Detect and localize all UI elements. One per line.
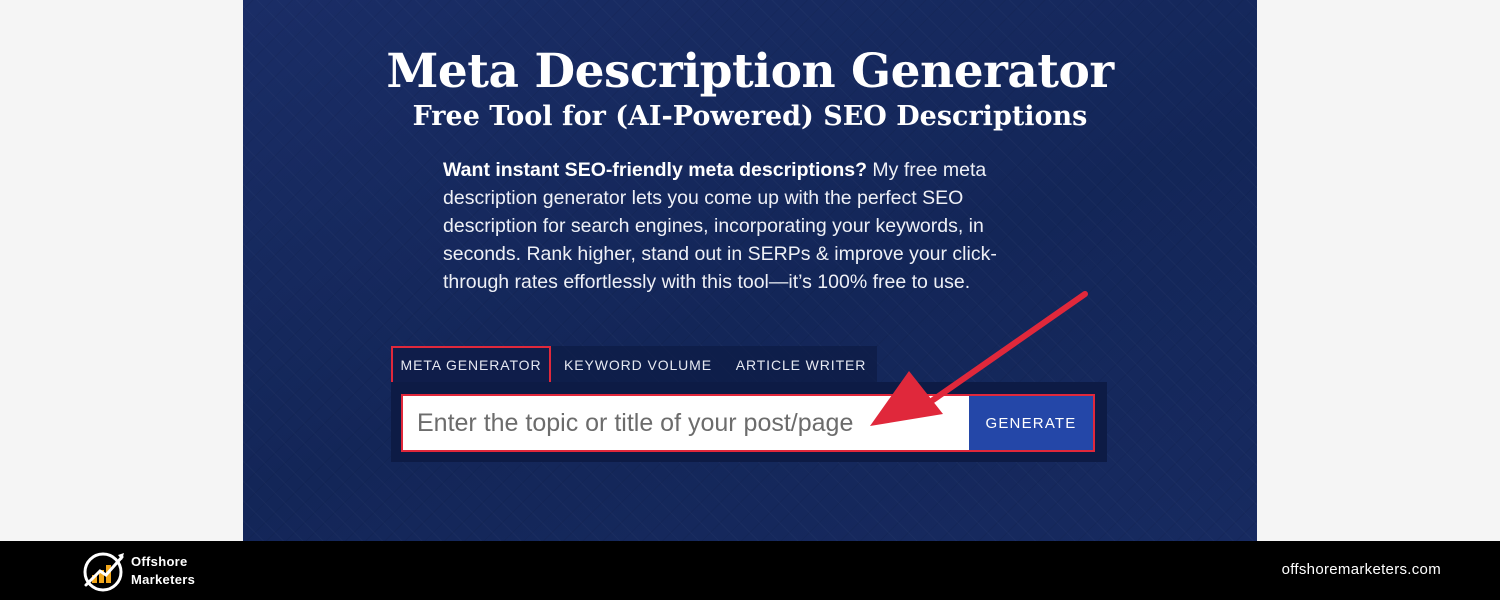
generator-form: GENERATE — [391, 382, 1107, 462]
page-title: Meta Description Generator — [386, 44, 1114, 99]
website-link[interactable]: offshoremarketers.com — [1282, 561, 1441, 578]
brand-line-2: Marketers — [131, 572, 196, 587]
page-subtitle: Free Tool for (AI-Powered) SEO Descripti… — [412, 101, 1088, 132]
brand[interactable]: Offshore Marketers — [82, 549, 195, 593]
topic-input[interactable] — [403, 396, 969, 450]
intro-paragraph: Want instant SEO-friendly meta descripti… — [443, 156, 1023, 296]
footer-bar: Offshore Marketers offshoremarketers.com — [0, 541, 1500, 600]
brand-line-1: Offshore — [131, 554, 188, 569]
growth-chart-logo-icon — [83, 552, 124, 592]
hero-section: Meta Description Generator Free Tool for… — [243, 0, 1257, 541]
brand-name: Offshore Marketers — [131, 553, 195, 589]
intro-bold-text: Want instant SEO-friendly meta descripti… — [443, 159, 868, 181]
generate-button[interactable]: GENERATE — [969, 396, 1093, 450]
highlighted-form-box: GENERATE — [401, 394, 1095, 452]
tool-tabs: META GENERATOR KEYWORD VOLUME ARTICLE WR… — [391, 346, 877, 384]
tab-meta-generator[interactable]: META GENERATOR — [391, 346, 551, 384]
tab-keyword-volume[interactable]: KEYWORD VOLUME — [551, 346, 725, 384]
tab-article-writer[interactable]: ARTICLE WRITER — [725, 346, 877, 384]
